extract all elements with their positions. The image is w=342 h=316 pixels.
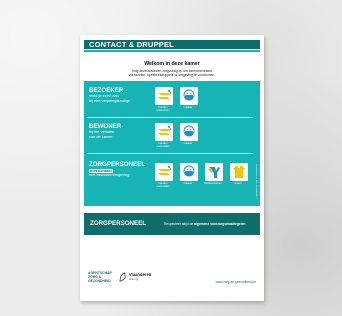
section-divider — [87, 153, 253, 154]
intro-text: Volg deze adviezen zorgvuldig op om kiem… — [116, 69, 228, 77]
visitor-caption-mask: masker — [183, 106, 193, 109]
agency-logo-text: AGENTSCHAP ZORG & GEZONDHEID — [88, 271, 112, 283]
role-resident-desc-2: van de kamer — [89, 133, 113, 139]
staff-general-prefix: Respecteer altijd de — [164, 221, 194, 226]
role-visitor: BEZOEKER meld je eerst aan bij een verpl… — [89, 87, 130, 103]
vlaanderen-sub: is zorg — [128, 277, 138, 282]
visitor-caption-hands: handen ontsmetten — [156, 106, 170, 112]
staff-caption-mask: masker — [183, 182, 193, 185]
poster: CONTACT & DRUPPEL Welkom in deze kamer V… — [80, 35, 264, 301]
role-staff: ZORGPERSONEEL met contact met bewoner/om… — [89, 161, 145, 178]
resident-icons: handen ontsmetten masker — [154, 123, 198, 148]
staff-item-hands: handen ontsmetten — [154, 163, 173, 188]
instructions-panel: BEZOEKER meld je eerst aan bij een verpl… — [84, 81, 260, 206]
staff-icons: handen ontsmetten masker handschoenen sc… — [154, 163, 248, 188]
staff-general-band: ZORGPERSONEEL Respecteer altijd de algem… — [84, 213, 260, 235]
lion-icon — [119, 272, 126, 282]
mask-icon — [179, 87, 198, 105]
visitor-icons: handen ontsmetten masker — [154, 87, 198, 112]
resident-caption-hands: handen ontsmetten — [156, 142, 170, 148]
visitor-item-hands: handen ontsmetten — [154, 87, 173, 112]
hand-disinfection-icon — [154, 123, 173, 141]
role-staff-name: ZORGPERSONEEL — [89, 161, 146, 168]
intro-line-2: via handen, speekseldruppels of omgeving… — [128, 73, 216, 78]
title-rule — [84, 50, 260, 52]
staff-item-gown: schort — [229, 163, 248, 188]
mask-icon — [179, 123, 198, 141]
resident-caption-mask: masker — [183, 142, 193, 145]
poster-title: CONTACT & DRUPPEL — [84, 40, 260, 49]
side-credit: © Agentschap Zorg en Gezondheid — [256, 164, 258, 199]
staff-item-gloves: handschoenen — [204, 163, 223, 188]
role-staff-desc: met bewoner/omgeving — [89, 172, 130, 178]
staff-general-title: ZORGPERSONEEL — [90, 220, 147, 227]
section-divider — [87, 117, 253, 118]
staff-caption-hands: handen ontsmetten — [156, 182, 170, 188]
hand-disinfection-icon — [154, 87, 173, 105]
staff-general-text: Respecteer altijd de algemene voorzorgsm… — [164, 222, 246, 226]
vlaanderen-logo: Vlaanderen is zorg — [119, 272, 151, 282]
website-url: www.zorg-en-gezondheid.be — [215, 280, 256, 284]
staff-item-mask: masker — [179, 163, 198, 188]
agency-line-3: GEZONDHEID — [88, 279, 111, 283]
visitor-item-mask: masker — [179, 87, 198, 112]
staff-caption-gown: schort — [234, 182, 242, 185]
resident-item-hands: handen ontsmetten — [154, 123, 173, 148]
hand-disinfection-icon — [154, 163, 173, 181]
resident-item-mask: masker — [179, 123, 198, 148]
mask-icon — [179, 163, 198, 181]
staff-caption-gloves: handschoenen — [204, 182, 222, 185]
gloves-icon — [204, 163, 223, 181]
role-visitor-desc-2: bij een verpleegkundige — [89, 97, 131, 103]
footer-logos: AGENTSCHAP ZORG & GEZONDHEID Vlaanderen … — [88, 271, 151, 283]
role-resident: BEWONER bij het verlaten van de kamer — [89, 123, 121, 139]
staff-general-bold: algemene voorzorgsmaatregelen — [194, 221, 246, 226]
gown-icon — [229, 163, 248, 181]
welcome-heading: Welkom in deze kamer — [144, 61, 200, 67]
